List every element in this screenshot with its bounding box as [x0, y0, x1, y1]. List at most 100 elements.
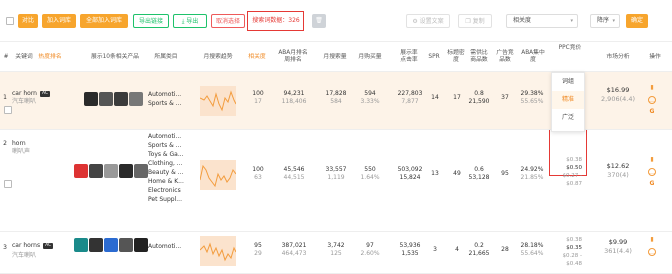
relevance-sub: 63 — [254, 174, 262, 181]
col-seq: # — [3, 54, 9, 60]
col-monthly-search[interactable]: 月搜索量 — [318, 54, 352, 61]
category-item[interactable]: Sports & ... — [148, 99, 181, 108]
relevance-main: 100 — [252, 166, 264, 173]
sort-field-select[interactable]: 相关度 ▾ — [506, 14, 578, 28]
product-image[interactable] — [74, 238, 88, 252]
ppc-option-phrase[interactable]: 词组 — [552, 73, 584, 91]
category-item[interactable]: Automoti... — [148, 132, 184, 141]
col-aba-rank[interactable]: ABA月排名 周排名 — [276, 50, 310, 64]
select-all-checkbox[interactable] — [6, 17, 14, 25]
supply-demand-value: 0.6 53,128 — [466, 166, 492, 182]
sort-order-select[interactable]: 降序 ▾ — [590, 14, 620, 28]
col-monthly-purchase[interactable]: 月购买量 — [354, 54, 386, 61]
price-value: $16.99 — [606, 86, 630, 94]
col-display-click[interactable]: 展示率 点击率 — [396, 50, 422, 64]
relevance-value: 100 17 — [250, 90, 266, 106]
product-image[interactable] — [89, 164, 103, 178]
category-item[interactable]: Electronics — [148, 186, 184, 195]
bar-chart-icon[interactable]: ▮ — [648, 236, 656, 244]
clear-selection-button[interactable]: 取消选择 — [211, 14, 245, 28]
keyword-text[interactable]: horn — [12, 140, 26, 148]
export-button[interactable]: ⤓ 导出 — [173, 14, 207, 28]
category-item[interactable]: Pet Suppl... — [148, 195, 184, 204]
product-image[interactable] — [119, 164, 133, 178]
col-aba-rank-label: ABA月排名 — [278, 50, 308, 56]
keyword-text[interactable]: car horns — [12, 242, 40, 249]
category-item[interactable]: Sports & ... — [148, 141, 184, 150]
product-image[interactable] — [104, 164, 118, 178]
col-supply-demand[interactable]: 需供比 商品数 — [466, 50, 492, 64]
settings-button[interactable]: ⚙ 设置文案 — [406, 14, 450, 28]
col-ads-count[interactable]: 广告竞品数 — [494, 50, 516, 64]
supply-main: 0.6 — [474, 166, 484, 173]
table-row[interactable]: 2 horn 喇叭声 Automoti... Sports & ... Toys… — [0, 130, 672, 232]
product-image[interactable] — [134, 238, 148, 252]
row-checkbox[interactable] — [4, 180, 12, 188]
compare-button[interactable]: 对比 — [18, 14, 38, 28]
relevance-sub: 17 — [254, 98, 262, 105]
monthly-search-value: 33,557 1,119 — [320, 166, 352, 182]
add-words-button[interactable]: 加入词库 — [42, 14, 76, 28]
col-keyword-rank[interactable]: 热度排名 — [36, 54, 64, 61]
product-image[interactable] — [119, 238, 133, 252]
category-item[interactable]: Home & K... — [148, 177, 184, 186]
category-item[interactable]: Clothing, ... — [148, 159, 184, 168]
col-spr[interactable]: SPR — [426, 54, 442, 61]
display-main: 503,092 — [397, 166, 423, 173]
keyword-text[interactable]: car horn — [12, 90, 37, 97]
product-image[interactable] — [89, 238, 103, 252]
more-icon[interactable]: … — [648, 168, 656, 176]
row-seq: 2 — [3, 140, 7, 147]
google-icon[interactable]: G — [648, 180, 656, 188]
ppc-exact: $0.50 — [566, 165, 582, 171]
col-ppc-label: PPC竞价 — [558, 45, 582, 51]
chevron-down-icon: ▾ — [612, 18, 615, 24]
row-actions: ▮ … G — [648, 156, 658, 192]
table-row[interactable]: 3 car horns AC 汽车喇叭 Automoti... 95 29 387,… — [0, 232, 672, 274]
monthly-purchase-value: 97 2.60% — [356, 242, 384, 258]
supply-sub: 21,665 — [468, 250, 490, 257]
col-ppc[interactable]: PPC竞价 — [554, 45, 586, 52]
col-title-density[interactable]: 标题密度 — [446, 50, 466, 64]
product-thumbs[interactable] — [84, 92, 144, 110]
col-top10: 展示10条相关产品 — [91, 54, 139, 60]
product-thumbs[interactable] — [74, 164, 149, 182]
product-image[interactable] — [129, 92, 143, 106]
aba-conc-main: 28.18% — [520, 242, 544, 249]
category-item[interactable]: Toys & Ga... — [148, 150, 184, 159]
product-image[interactable] — [104, 238, 118, 252]
col-aba-concentration[interactable]: ABA集中度 — [520, 50, 546, 64]
product-image[interactable] — [74, 164, 88, 178]
product-image[interactable] — [84, 92, 98, 106]
category-item[interactable]: Beauty & ... — [148, 168, 184, 177]
toolbar: 对比 加入词库 全部加入词库 导出链接 ⤓ 导出 取消选择 搜索词数据：326 … — [0, 0, 672, 42]
monthly-search-sub: 1,119 — [327, 174, 345, 181]
bar-chart-icon[interactable]: ▮ — [648, 84, 656, 92]
category-item[interactable]: Automoti... — [148, 90, 181, 99]
more-icon[interactable]: … — [648, 248, 656, 256]
col-relevance[interactable]: 相关度 — [244, 54, 270, 61]
export-links-button[interactable]: 导出链接 — [133, 14, 169, 28]
relevance-main: 100 — [252, 90, 264, 97]
category-item[interactable]: Automoti... — [148, 242, 181, 251]
ppc-option-broad[interactable]: 广泛 — [552, 109, 584, 127]
product-image[interactable] — [114, 92, 128, 106]
google-icon[interactable]: G — [648, 108, 656, 116]
product-image[interactable] — [134, 164, 148, 178]
bar-chart-icon[interactable]: ▮ — [648, 156, 656, 164]
confirm-button[interactable]: 确定 — [626, 14, 648, 28]
add-all-words-button[interactable]: 全部加入词库 — [80, 14, 128, 28]
aba-rank-sub: 464,473 — [281, 250, 307, 257]
aba-rank-value: 94,231 118,406 — [278, 90, 310, 106]
ppc-option-exact[interactable]: 精准 — [552, 91, 584, 109]
product-image[interactable] — [99, 92, 113, 106]
row-checkbox[interactable] — [4, 106, 12, 114]
col-actions: 操作 — [649, 54, 661, 60]
more-icon[interactable]: … — [648, 96, 656, 104]
col-keyword[interactable]: 关键词 — [12, 54, 36, 61]
ac-badge: AC — [40, 90, 51, 97]
delete-button[interactable]: 🗑 — [312, 14, 326, 28]
product-thumbs[interactable] — [74, 238, 149, 256]
copy-button[interactable]: ❐ 复制 — [458, 14, 492, 28]
aba-rank-value: 387,021 464,473 — [278, 242, 310, 258]
